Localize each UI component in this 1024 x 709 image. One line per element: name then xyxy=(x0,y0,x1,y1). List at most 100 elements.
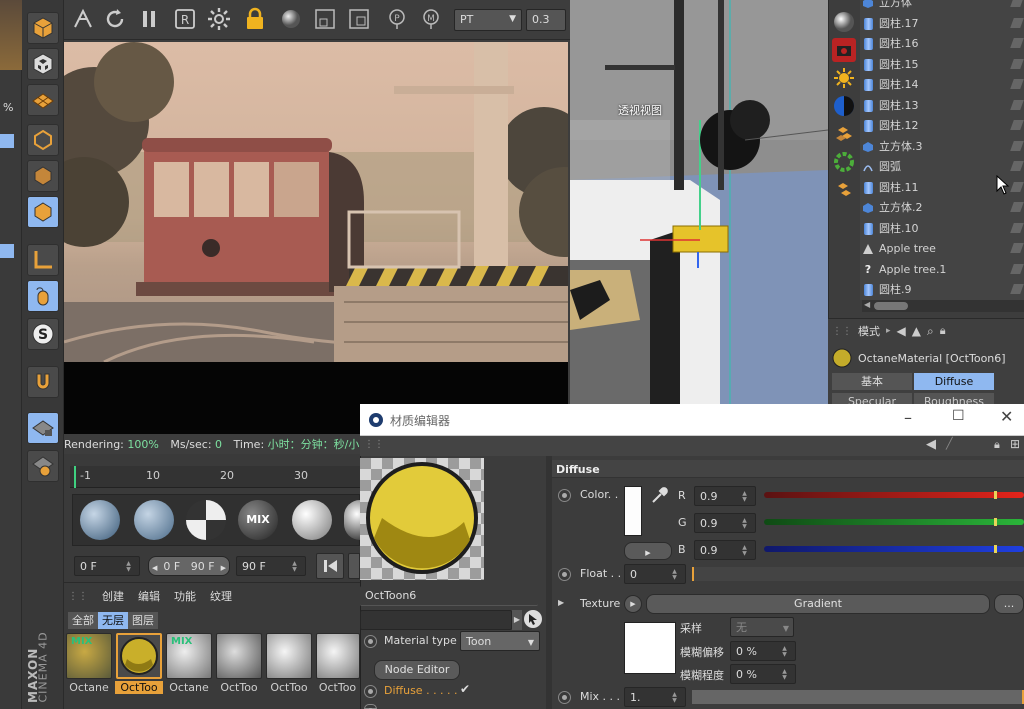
scroll-left-arrow[interactable]: ◀ xyxy=(864,300,870,309)
grid-plane-button[interactable] xyxy=(27,84,59,116)
float-value-field[interactable]: 0 xyxy=(624,564,686,584)
tab-diffuse[interactable]: Diffuse xyxy=(914,373,994,390)
om-cubes-button[interactable] xyxy=(832,122,856,146)
preview-ball-1[interactable] xyxy=(80,500,120,540)
sample-select[interactable]: 无 ▼ xyxy=(730,617,794,637)
g-slider-handle[interactable] xyxy=(994,518,997,526)
tab-specular[interactable]: Specular xyxy=(832,393,912,404)
object-row[interactable]: 圆柱.17 xyxy=(862,14,1024,34)
om-cubes-button-2[interactable] xyxy=(832,178,856,202)
object-row[interactable]: 立方体 xyxy=(862,0,1024,13)
back-arrow-icon[interactable]: ◀ xyxy=(897,324,906,338)
mix-slider[interactable] xyxy=(692,690,1024,704)
float-radio[interactable] xyxy=(558,568,571,581)
object-row[interactable]: 立方体.2 xyxy=(862,198,1024,218)
nav-up-icon[interactable]: ╱ xyxy=(946,437,953,450)
filter-tab-all[interactable]: 全部 xyxy=(68,612,98,629)
blur-offset-field[interactable]: 0 % xyxy=(730,641,796,661)
cube-points-button[interactable] xyxy=(27,124,59,156)
b-value-field[interactable]: 0.9 xyxy=(694,540,756,560)
go-to-start-button[interactable] xyxy=(316,553,344,579)
perspective-viewport[interactable]: 透视视图 xyxy=(570,0,828,404)
object-row[interactable]: 圆柱.11 xyxy=(862,178,1024,198)
start-frame-field[interactable]: 0 F xyxy=(74,556,140,576)
object-row[interactable]: 圆柱.15 xyxy=(862,55,1024,75)
texture-expand-icon[interactable]: ▶ xyxy=(558,598,564,607)
axis-tool-button[interactable] xyxy=(27,244,59,276)
diffuse-channel-label[interactable]: Diffuse . . . . . xyxy=(384,684,458,697)
object-list-scrollbar[interactable]: ◀ xyxy=(862,300,1024,312)
material-name-field[interactable]: OctToon6 xyxy=(360,586,538,606)
g-slider[interactable] xyxy=(764,518,1024,526)
material-thumb-6[interactable] xyxy=(316,633,360,679)
close-icon[interactable]: ✕ xyxy=(1000,407,1013,426)
preview-ball-3[interactable] xyxy=(186,500,226,540)
render-send-button[interactable] xyxy=(70,6,96,32)
diffuse-check-icon[interactable]: ✔ xyxy=(460,682,470,696)
r-slider-handle[interactable] xyxy=(994,491,997,499)
menu-function[interactable]: 功能 xyxy=(174,588,196,604)
om-sphere-button[interactable] xyxy=(832,10,856,34)
material-name-input-2[interactable] xyxy=(360,610,512,630)
new-panel-icon[interactable]: ⊞ xyxy=(1010,437,1020,451)
grid-paint-button[interactable] xyxy=(27,450,59,482)
material-label-2[interactable]: OctToo xyxy=(115,681,163,694)
float-slider-handle[interactable] xyxy=(692,567,694,581)
next-channel-radio[interactable] xyxy=(364,704,377,709)
material-thumb-2-selected[interactable] xyxy=(116,633,162,679)
texture-gradient-button[interactable]: Gradient xyxy=(646,594,990,614)
eyedropper-button[interactable] xyxy=(650,485,670,505)
render-settings-button[interactable] xyxy=(206,6,232,32)
material-thumb-4[interactable] xyxy=(216,633,262,679)
magnet-tool-button[interactable] xyxy=(27,366,59,398)
render-mode-select[interactable]: PT ▼ xyxy=(454,9,522,31)
menu-texture[interactable]: 纹理 xyxy=(210,588,232,604)
node-editor-button[interactable]: Node Editor xyxy=(374,660,460,680)
play-back-button[interactable] xyxy=(348,553,360,579)
material-type-select[interactable]: Toon ▼ xyxy=(460,631,540,651)
frame-button-2[interactable] xyxy=(346,6,372,32)
pause-render-button[interactable] xyxy=(136,6,162,32)
material-editor-titlebar[interactable]: 材质编辑器 – ☐ ✕ xyxy=(360,404,1024,436)
pin-button-m[interactable]: M xyxy=(418,6,444,32)
region-render-button[interactable]: R xyxy=(172,6,198,32)
b-slider-handle[interactable] xyxy=(994,545,997,553)
g-value-field[interactable]: 0.9 xyxy=(694,513,756,533)
tab-basic[interactable]: 基本 xyxy=(832,373,912,390)
material-label-3[interactable]: Octane xyxy=(165,681,213,694)
texture-more-button[interactable]: ... xyxy=(994,594,1024,614)
object-row[interactable]: 圆柱.13 xyxy=(862,96,1024,116)
material-thumb-3[interactable]: MIX xyxy=(166,633,212,679)
mix-radio[interactable] xyxy=(558,691,571,704)
mix-value-field[interactable]: 1. xyxy=(624,687,686,707)
lock-render-button[interactable] xyxy=(242,6,268,32)
b-slider[interactable] xyxy=(764,545,1024,553)
object-row[interactable]: Apple tree xyxy=(862,239,1024,259)
menu-edit[interactable]: 编辑 xyxy=(138,588,160,604)
om-ring-button[interactable] xyxy=(832,150,856,174)
frame-range-slider[interactable]: ◀ 0 F 90 F ▶ xyxy=(148,556,230,576)
object-row[interactable]: 圆弧 xyxy=(862,157,1024,177)
nav-back-icon[interactable]: ◀ xyxy=(926,437,936,452)
material-type-radio[interactable] xyxy=(364,635,377,648)
timeline-playhead[interactable] xyxy=(74,466,76,488)
snap-tool-button[interactable]: S xyxy=(27,318,59,350)
om-sun-button[interactable] xyxy=(832,66,856,90)
filter-tab-nolayer[interactable]: 无层 xyxy=(98,612,128,629)
color-swatch[interactable] xyxy=(624,486,642,536)
menu-create[interactable]: 创建 xyxy=(102,588,124,604)
object-row[interactable]: 圆柱.14 xyxy=(862,75,1024,95)
preview-ball-5[interactable] xyxy=(292,500,332,540)
mode-menu[interactable]: 模式 xyxy=(858,323,880,339)
name-arrow-button[interactable]: ▶ xyxy=(512,610,522,630)
r-slider[interactable] xyxy=(764,491,1024,499)
object-row[interactable]: 立方体.3 xyxy=(862,137,1024,157)
frame-button-1[interactable] xyxy=(312,6,338,32)
maximize-icon[interactable]: ☐ xyxy=(952,408,965,424)
tab-roughness[interactable]: Roughness xyxy=(914,393,994,404)
search-icon[interactable]: ⌕ xyxy=(927,324,934,339)
texture-arrow-button[interactable]: ▶ xyxy=(624,595,642,613)
restart-render-button[interactable] xyxy=(102,6,128,32)
object-row[interactable]: 圆柱.16 xyxy=(862,34,1024,54)
scroll-thumb[interactable] xyxy=(874,302,908,310)
